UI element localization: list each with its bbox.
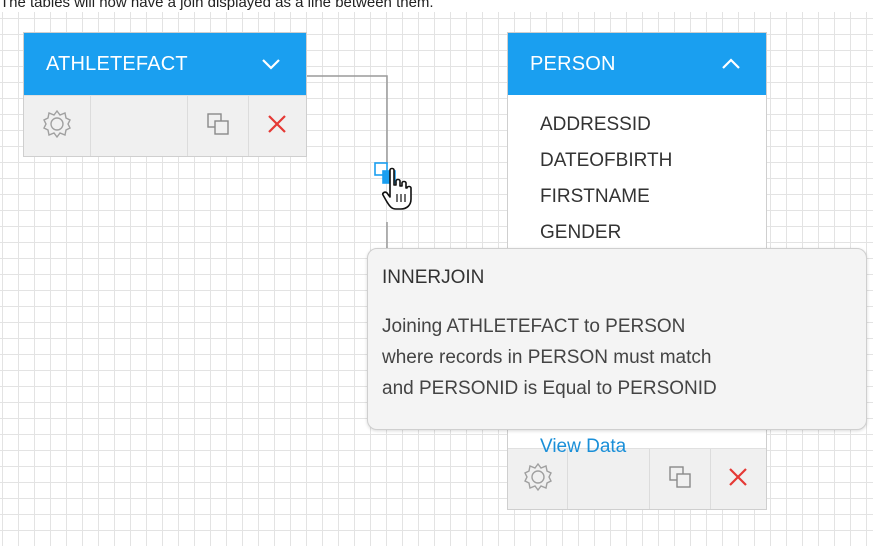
gear-icon	[42, 109, 72, 144]
field-item[interactable]: ADDRESSID	[540, 107, 766, 143]
copy-icon	[205, 111, 231, 142]
close-icon	[727, 466, 749, 493]
tooltip-line: and PERSONID is Equal to PERSONID	[382, 378, 717, 399]
table-header[interactable]: PERSON	[508, 33, 766, 95]
delete-button[interactable]	[711, 449, 766, 509]
settings-button[interactable]	[508, 449, 569, 509]
gear-icon	[523, 462, 553, 497]
toolbar-spacer	[568, 449, 651, 509]
table-header[interactable]: ATHLETEFACT	[24, 33, 306, 95]
field-item[interactable]: GENDER	[540, 215, 766, 251]
close-icon	[266, 113, 288, 140]
duplicate-button[interactable]	[188, 96, 249, 156]
hand-cursor-icon	[380, 167, 414, 216]
delete-button[interactable]	[249, 96, 305, 156]
join-tooltip: INNERJOIN Joining ATHLETEFACT to PERSON …	[367, 248, 867, 430]
table-title: PERSON	[530, 52, 616, 75]
duplicate-button[interactable]	[650, 449, 711, 509]
view-data-link[interactable]: View Data	[540, 436, 626, 458]
tooltip-line: where records in PERSON must match	[382, 347, 712, 368]
field-list: ADDRESSID DATEOFBIRTH FIRSTNAME GENDER	[508, 95, 766, 251]
table-athletefact[interactable]: ATHLETEFACT	[23, 32, 307, 157]
chevron-down-icon[interactable]	[260, 53, 282, 75]
tooltip-title: INNERJOIN	[382, 267, 485, 288]
toolbar-spacer	[91, 96, 188, 156]
settings-button[interactable]	[24, 96, 91, 156]
table-toolbar	[24, 95, 306, 156]
field-item[interactable]: FIRSTNAME	[540, 179, 766, 215]
page-caption: The tables will now have a join displaye…	[0, 0, 873, 12]
copy-icon	[667, 464, 693, 495]
table-title: ATHLETEFACT	[46, 52, 188, 75]
chevron-up-icon[interactable]	[720, 53, 742, 75]
field-item[interactable]: DATEOFBIRTH	[540, 143, 766, 179]
tooltip-line: Joining ATHLETEFACT to PERSON	[382, 316, 686, 337]
